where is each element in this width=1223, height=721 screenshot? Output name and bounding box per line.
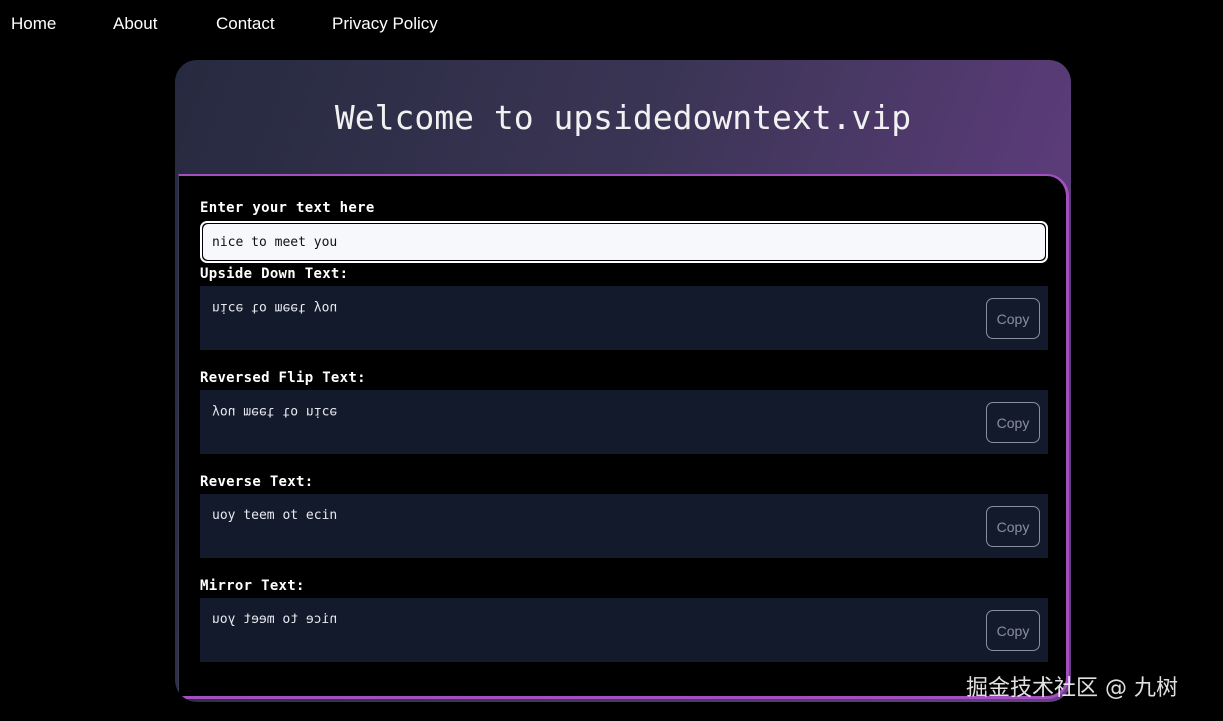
copy-reverse-button[interactable]: Copy	[986, 506, 1040, 547]
main-card: Welcome to upsidedowntext.vip Enter your…	[175, 60, 1071, 702]
mirror-text: nice to meet you	[212, 612, 338, 627]
nav-about-link[interactable]: About	[113, 0, 157, 48]
watermark: 掘金技术社区 @ 九树	[966, 676, 1178, 701]
reversed-flip-label: Reversed Flip Text:	[200, 370, 366, 386]
upside-down-label: Upside Down Text:	[200, 266, 349, 282]
reversed-flip-output: you meet to nice Copy	[200, 390, 1048, 454]
copy-reversed-flip-button[interactable]: Copy	[986, 402, 1040, 443]
text-input-frame	[200, 221, 1048, 263]
upside-down-text: nice to meet you	[212, 300, 338, 315]
mirror-label: Mirror Text:	[200, 578, 305, 594]
reversed-flip-text: you meet to nice	[212, 404, 338, 419]
page-title: Welcome to upsidedowntext.vip	[334, 98, 912, 137]
nav-home-link[interactable]: Home	[11, 0, 56, 48]
nav-contact-link[interactable]: Contact	[216, 0, 275, 48]
text-input[interactable]	[203, 224, 1045, 260]
reverse-output: uoy teem ot ecin Copy	[200, 494, 1048, 558]
nav-privacy-policy-link[interactable]: Privacy Policy	[332, 0, 438, 48]
upside-down-output: nice to meet you Copy	[200, 286, 1048, 350]
mirror-output: nice to meet you Copy	[200, 598, 1048, 662]
copy-mirror-button[interactable]: Copy	[986, 610, 1040, 651]
reverse-text: uoy teem ot ecin	[212, 508, 338, 523]
copy-upside-down-button[interactable]: Copy	[986, 298, 1040, 339]
input-label: Enter your text here	[200, 200, 375, 216]
converter-panel: Enter your text here Upside Down Text: n…	[178, 174, 1069, 699]
reverse-label: Reverse Text:	[200, 474, 314, 490]
